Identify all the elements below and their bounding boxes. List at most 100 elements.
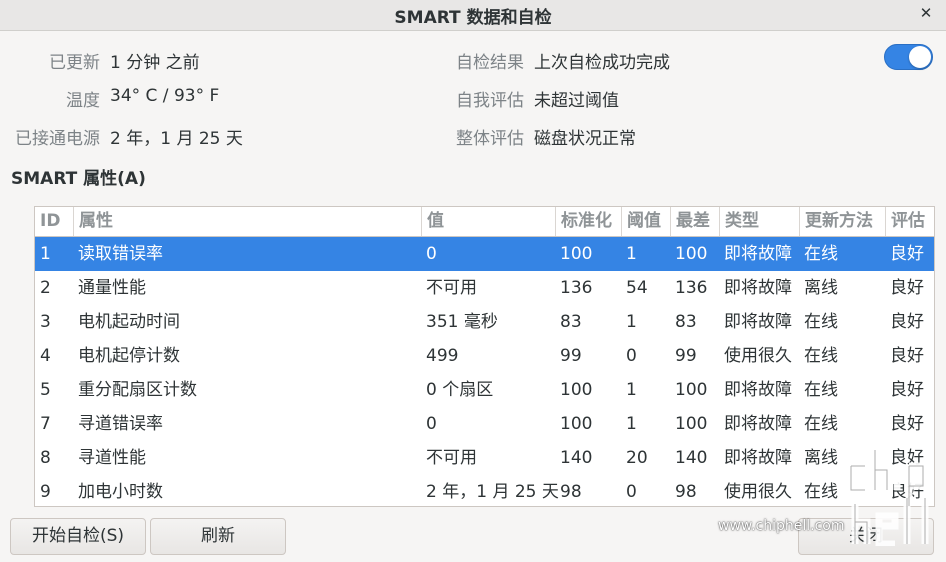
- cell-worst: 136: [675, 278, 708, 298]
- cell-id: 3: [40, 312, 51, 332]
- cell-type: 即将故障: [724, 278, 792, 298]
- cell-normalized: 98: [560, 482, 582, 502]
- cell-update-method: 在线: [804, 244, 838, 264]
- cell-type: 即将故障: [724, 380, 792, 400]
- cell-id: 7: [40, 414, 51, 434]
- overall-assessment-label: 整体评估: [456, 129, 524, 149]
- cell-worst: 98: [675, 482, 697, 502]
- cell-assessment: 良好: [890, 380, 924, 400]
- table-header: ID 属性 值 标准化 阈值 最差 类型 更新方法 评估: [35, 207, 934, 237]
- cell-update-method: 在线: [804, 346, 838, 366]
- cell-id: 9: [40, 482, 51, 502]
- cell-threshold: 54: [626, 278, 648, 298]
- column-header-threshold[interactable]: 阈值: [621, 207, 670, 236]
- cell-value: 0 个扇区: [426, 380, 494, 400]
- cell-threshold: 0: [626, 482, 637, 502]
- cell-worst: 140: [675, 448, 708, 468]
- cell-attribute: 寻道性能: [78, 448, 146, 468]
- table-row[interactable]: 3 电机起动时间 351 毫秒 83 1 83 即将故障 在线 良好: [35, 305, 934, 339]
- cell-normalized: 136: [560, 278, 593, 298]
- cell-attribute: 电机起动时间: [78, 312, 180, 332]
- cell-type: 即将故障: [724, 448, 792, 468]
- cell-value: 499: [426, 346, 459, 366]
- window-title: SMART 数据和自检: [394, 8, 552, 28]
- table-row[interactable]: 1 读取错误率 0 100 1 100 即将故障 在线 良好: [35, 237, 934, 271]
- cell-value: 不可用: [426, 448, 477, 468]
- column-header-type[interactable]: 类型: [719, 207, 799, 236]
- selftest-value: 上次自检成功完成: [534, 53, 670, 73]
- cell-normalized: 140: [560, 448, 593, 468]
- cell-threshold: 1: [626, 414, 637, 434]
- table-row[interactable]: 5 重分配扇区计数 0 个扇区 100 1 100 即将故障 在线 良好: [35, 373, 934, 407]
- cell-attribute: 重分配扇区计数: [78, 380, 197, 400]
- cell-id: 2: [40, 278, 51, 298]
- toggle-knob: [909, 46, 931, 68]
- updated-label: 已更新: [49, 53, 100, 73]
- column-header-id[interactable]: ID: [35, 207, 73, 236]
- cell-worst: 100: [675, 244, 708, 264]
- smart-attributes-table[interactable]: ID 属性 值 标准化 阈值 最差 类型 更新方法 评估 1 读取错误率 0 100 1…: [34, 206, 935, 507]
- column-header-normalized[interactable]: 标准化: [555, 207, 621, 236]
- smart-attributes-title: SMART 属性(A): [11, 169, 146, 189]
- close-icon[interactable]: ✕: [914, 2, 938, 26]
- table-row[interactable]: 8 寻道性能 不可用 140 20 140 即将故障 离线 良好: [35, 441, 934, 475]
- cell-attribute: 加电小时数: [78, 482, 163, 502]
- cell-threshold: 1: [626, 312, 637, 332]
- cell-normalized: 83: [560, 312, 582, 332]
- column-header-worst[interactable]: 最差: [670, 207, 719, 236]
- column-header-value[interactable]: 值: [421, 207, 555, 236]
- cell-assessment: 良好: [890, 278, 924, 298]
- cell-value: 351 毫秒: [426, 312, 498, 332]
- cell-attribute: 读取错误率: [78, 244, 163, 264]
- cell-normalized: 100: [560, 414, 593, 434]
- temperature-label: 温度: [66, 91, 100, 111]
- cell-attribute: 寻道错误率: [78, 414, 163, 434]
- table-row[interactable]: 4 电机起停计数 499 99 0 99 使用很久 在线 良好: [35, 339, 934, 373]
- cell-type: 即将故障: [724, 312, 792, 332]
- table-row[interactable]: 7 寻道错误率 0 100 1 100 即将故障 在线 良好: [35, 407, 934, 441]
- cell-id: 5: [40, 380, 51, 400]
- cell-attribute: 电机起停计数: [78, 346, 180, 366]
- watermark-site-text: www.chiphell.com: [718, 518, 845, 534]
- cell-worst: 100: [675, 414, 708, 434]
- cell-type: 即将故障: [724, 244, 792, 264]
- watermark-logo-icon: [847, 450, 929, 546]
- smart-enable-toggle[interactable]: [884, 44, 933, 70]
- cell-threshold: 0: [626, 346, 637, 366]
- self-assessment-value: 未超过阈值: [534, 91, 619, 111]
- self-assessment-label: 自我评估: [456, 91, 524, 111]
- title-bar: SMART 数据和自检 ✕: [0, 0, 946, 31]
- cell-type: 使用很久: [724, 482, 792, 502]
- cell-value: 2 年，1 月 25 天: [426, 482, 559, 502]
- column-header-assessment[interactable]: 评估: [885, 207, 934, 236]
- cell-id: 8: [40, 448, 51, 468]
- refresh-button[interactable]: 刷新: [150, 518, 286, 555]
- powered-on-label: 已接通电源: [15, 129, 100, 149]
- cell-assessment: 良好: [890, 346, 924, 366]
- updated-value: 1 分钟 之前: [110, 53, 200, 73]
- cell-attribute: 通量性能: [78, 278, 146, 298]
- table-row[interactable]: 9 加电小时数 2 年，1 月 25 天 98 0 98 使用很久 在线 良好: [35, 475, 934, 506]
- cell-value: 0: [426, 414, 437, 434]
- overall-assessment-value: 磁盘状况正常: [534, 129, 636, 149]
- cell-threshold: 1: [626, 380, 637, 400]
- cell-id: 1: [40, 244, 51, 264]
- cell-worst: 99: [675, 346, 697, 366]
- column-header-attribute[interactable]: 属性: [73, 207, 421, 236]
- cell-update-method: 在线: [804, 380, 838, 400]
- cell-worst: 100: [675, 380, 708, 400]
- cell-threshold: 20: [626, 448, 648, 468]
- cell-update-method: 离线: [804, 278, 838, 298]
- cell-value: 不可用: [426, 278, 477, 298]
- cell-type: 即将故障: [724, 414, 792, 434]
- cell-normalized: 100: [560, 244, 593, 264]
- start-selftest-button[interactable]: 开始自检(S): [10, 518, 146, 555]
- powered-on-value: 2 年，1 月 25 天: [110, 129, 243, 149]
- cell-normalized: 99: [560, 346, 582, 366]
- table-row[interactable]: 2 通量性能 不可用 136 54 136 即将故障 离线 良好: [35, 271, 934, 305]
- cell-assessment: 良好: [890, 244, 924, 264]
- cell-normalized: 100: [560, 380, 593, 400]
- column-header-update-method[interactable]: 更新方法: [799, 207, 885, 236]
- temperature-value: 34° C / 93° F: [110, 86, 220, 106]
- cell-id: 4: [40, 346, 51, 366]
